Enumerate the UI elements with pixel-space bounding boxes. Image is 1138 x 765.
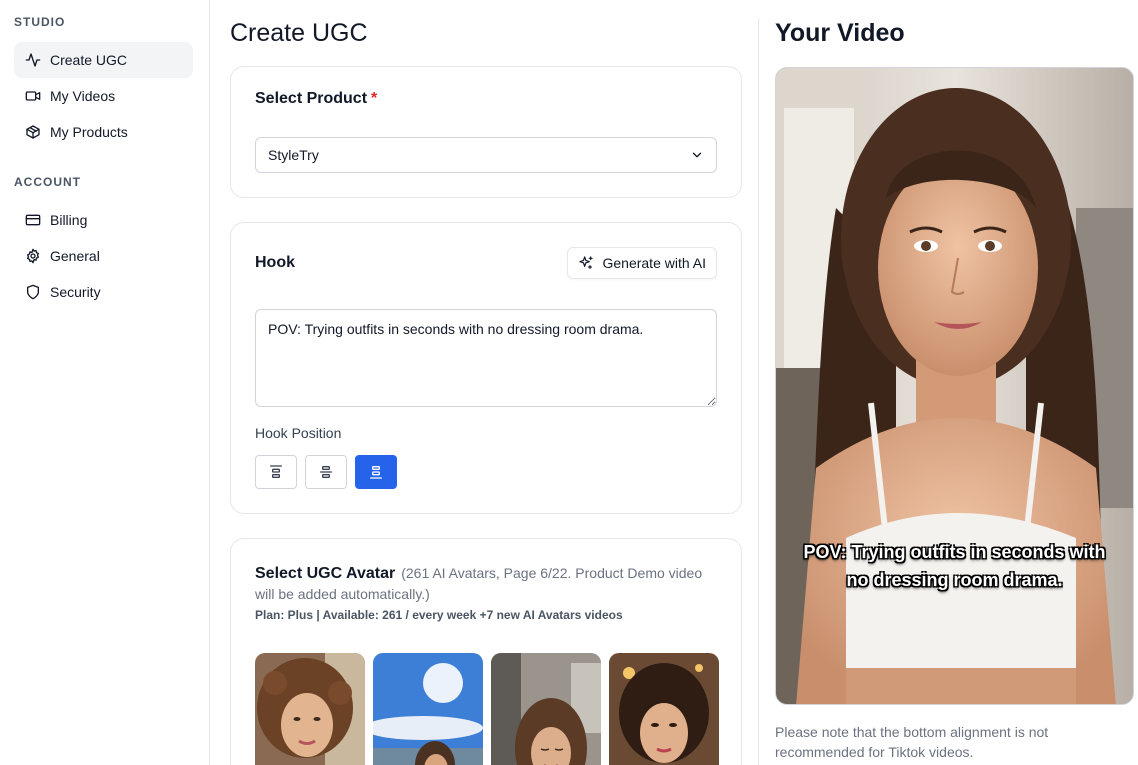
avatar-image bbox=[373, 653, 483, 765]
panel-divider bbox=[758, 18, 759, 765]
sidebar-item-my-videos[interactable]: My Videos bbox=[14, 78, 193, 114]
avatar-thumbnail[interactable] bbox=[255, 653, 365, 765]
activity-icon bbox=[25, 53, 41, 67]
align-top-icon bbox=[270, 465, 282, 478]
sidebar-item-label: Billing bbox=[50, 212, 88, 228]
avatar-image bbox=[491, 653, 601, 765]
shield-icon bbox=[27, 284, 39, 300]
avatar-image bbox=[609, 653, 719, 765]
studio-section-label: STUDIO bbox=[14, 15, 66, 29]
sidebar-item-label: Create UGC bbox=[50, 52, 128, 68]
sidebar-item-label: General bbox=[50, 248, 100, 264]
account-section-label: ACCOUNT bbox=[14, 175, 81, 189]
product-label-text: Select Product bbox=[255, 90, 368, 107]
avatar-label: Select UGC Avatar bbox=[255, 565, 396, 582]
generate-with-ai-button[interactable]: Generate with AI bbox=[567, 247, 717, 279]
video-caption: POV: Trying outfits in seconds with no d… bbox=[803, 542, 1106, 590]
product-select[interactable]: StyleTry bbox=[255, 137, 717, 173]
product-card: Select Product * StyleTry bbox=[230, 66, 742, 198]
hook-textarea[interactable]: POV: Trying outfits in seconds with no d… bbox=[255, 309, 717, 407]
alignment-note: Please note that the bottom alignment is… bbox=[775, 724, 1049, 760]
avatar-header: Select UGC Avatar (261 AI Avatars, Page 6… bbox=[255, 563, 725, 604]
avatar-card: Select UGC Avatar (261 AI Avatars, Page 6… bbox=[230, 538, 742, 765]
align-bottom-icon bbox=[370, 466, 382, 479]
sidebar-item-label: My Videos bbox=[50, 88, 116, 104]
sparkles-icon bbox=[579, 256, 594, 269]
avatar-thumbnail[interactable] bbox=[373, 653, 483, 765]
align-middle-icon bbox=[320, 466, 332, 478]
video-icon bbox=[25, 91, 41, 101]
hook-position-middle-button[interactable] bbox=[305, 455, 347, 489]
chevron-down-icon bbox=[692, 152, 702, 158]
plan-info: Plan: Plus | Available: 261 / every week… bbox=[255, 608, 623, 622]
avatar-thumbnail[interactable] bbox=[609, 653, 719, 765]
required-mark: * bbox=[371, 90, 378, 107]
gear-icon bbox=[27, 248, 39, 264]
sidebar-item-my-products[interactable]: My Products bbox=[14, 114, 193, 150]
box-icon bbox=[26, 125, 40, 139]
sidebar-item-label: Security bbox=[50, 284, 101, 300]
credit-card-icon bbox=[25, 214, 41, 226]
sidebar: STUDIO Create UGC My Videos My Products … bbox=[0, 0, 210, 765]
video-frame-image bbox=[776, 68, 1133, 704]
generate-with-ai-label: Generate with AI bbox=[602, 255, 706, 271]
page-title: Create UGC bbox=[230, 19, 368, 47]
video-preview[interactable]: POV: Trying outfits in seconds with no d… bbox=[775, 67, 1134, 705]
hook-position-top-button[interactable] bbox=[255, 455, 297, 489]
product-select-value: StyleTry bbox=[268, 147, 319, 163]
product-label: Select Product * bbox=[255, 90, 377, 108]
hook-position-label: Hook Position bbox=[255, 425, 342, 441]
avatar-image bbox=[255, 653, 365, 765]
avatar-thumbnail[interactable] bbox=[491, 653, 601, 765]
sidebar-item-create-ugc[interactable]: Create UGC bbox=[14, 42, 193, 78]
sidebar-item-billing[interactable]: Billing bbox=[14, 202, 193, 238]
sidebar-item-general[interactable]: General bbox=[14, 238, 193, 274]
sidebar-item-security[interactable]: Security bbox=[14, 274, 193, 310]
hook-position-bottom-button[interactable] bbox=[355, 455, 397, 489]
hook-label: Hook bbox=[255, 254, 295, 271]
your-video-title: Your Video bbox=[775, 19, 905, 47]
hook-card: Hook Generate with AI POV: Trying outfit… bbox=[230, 222, 742, 514]
sidebar-item-label: My Products bbox=[50, 124, 128, 140]
